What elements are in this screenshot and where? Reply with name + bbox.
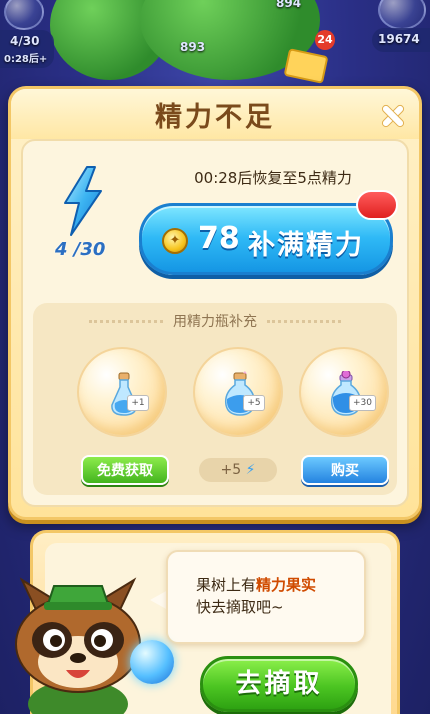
coin-icon [162,228,188,254]
hint-text-highlight: 精力果实 [256,576,317,594]
popup-title: 精力不足 [155,102,275,133]
hint-text-suffix: 快去摘取吧~ [196,598,284,616]
large-energy-bottle[interactable]: +30 [299,347,389,437]
free-get-button[interactable]: 免费获取 [81,455,169,485]
magic-orb-icon [130,640,174,684]
medium-energy-bottle[interactable]: +5 [193,347,283,437]
refill-button-label: 补满精力 [248,230,364,261]
close-button[interactable] [377,101,407,131]
medium-bottle-tag: +5 [243,395,265,411]
energy-bottle-panel: 用精力瓶补充 +1 +5 +30 免费获取 +5 ⚡ 购买 [33,303,397,495]
hint-text-prefix: 果树上有 [196,576,257,594]
timer-snippet-text: 0:28后+ [4,54,48,65]
background-bubble [378,0,426,30]
title-divider-right [267,320,341,323]
go-pick-button[interactable]: 去摘取 [200,656,358,712]
speech-bubble: 果树上有精力果实 快去摘取吧~ [166,550,366,644]
notification-badge: 24 [315,30,335,50]
mini-lightning-icon: ⚡ [245,462,256,478]
small-energy-bottle[interactable]: +1 [77,347,167,437]
hint-message: 果树上有精力果实 快去摘取吧~ [196,574,366,618]
refill-cost-label: 78 [198,221,240,256]
large-bottle-tag: +30 [349,395,376,411]
lightning-bolt-icon [64,166,102,236]
energy-counter-text: 4/30 [10,34,40,48]
bottle-section-title: 用精力瓶补充 [173,314,257,330]
refill-energy-button[interactable]: 78 补满精力 [139,203,393,275]
background-bubble [4,0,44,30]
energy-counter-hud[interactable]: 4/30 0:28后+ [0,30,54,68]
bottle-count-pill: +5 ⚡ [199,458,277,482]
coin-total-text: 19674 [378,32,420,46]
small-bottle-tag: +1 [127,395,149,411]
discount-badge [356,190,398,220]
recover-timer-text: 00:28后恢复至5点精力 [194,169,352,187]
energy-popup: 精力不足 4 /30 00:28后恢复至5点精力 78 补满精力 用精力瓶补充 [8,86,422,520]
bottle-count-value: +5 [220,462,242,478]
mail-envelope-icon[interactable] [283,48,329,84]
score-top-text: 894 [276,0,302,10]
energy-count-label: 4 /30 [55,239,106,260]
buy-button[interactable]: 购买 [301,455,389,485]
popup-content-panel: 4 /30 00:28后恢复至5点精力 78 补满精力 用精力瓶补充 +1 [21,139,409,507]
coin-total-hud[interactable]: 19674 [372,28,430,52]
score-mid-text: 893 [180,40,206,54]
